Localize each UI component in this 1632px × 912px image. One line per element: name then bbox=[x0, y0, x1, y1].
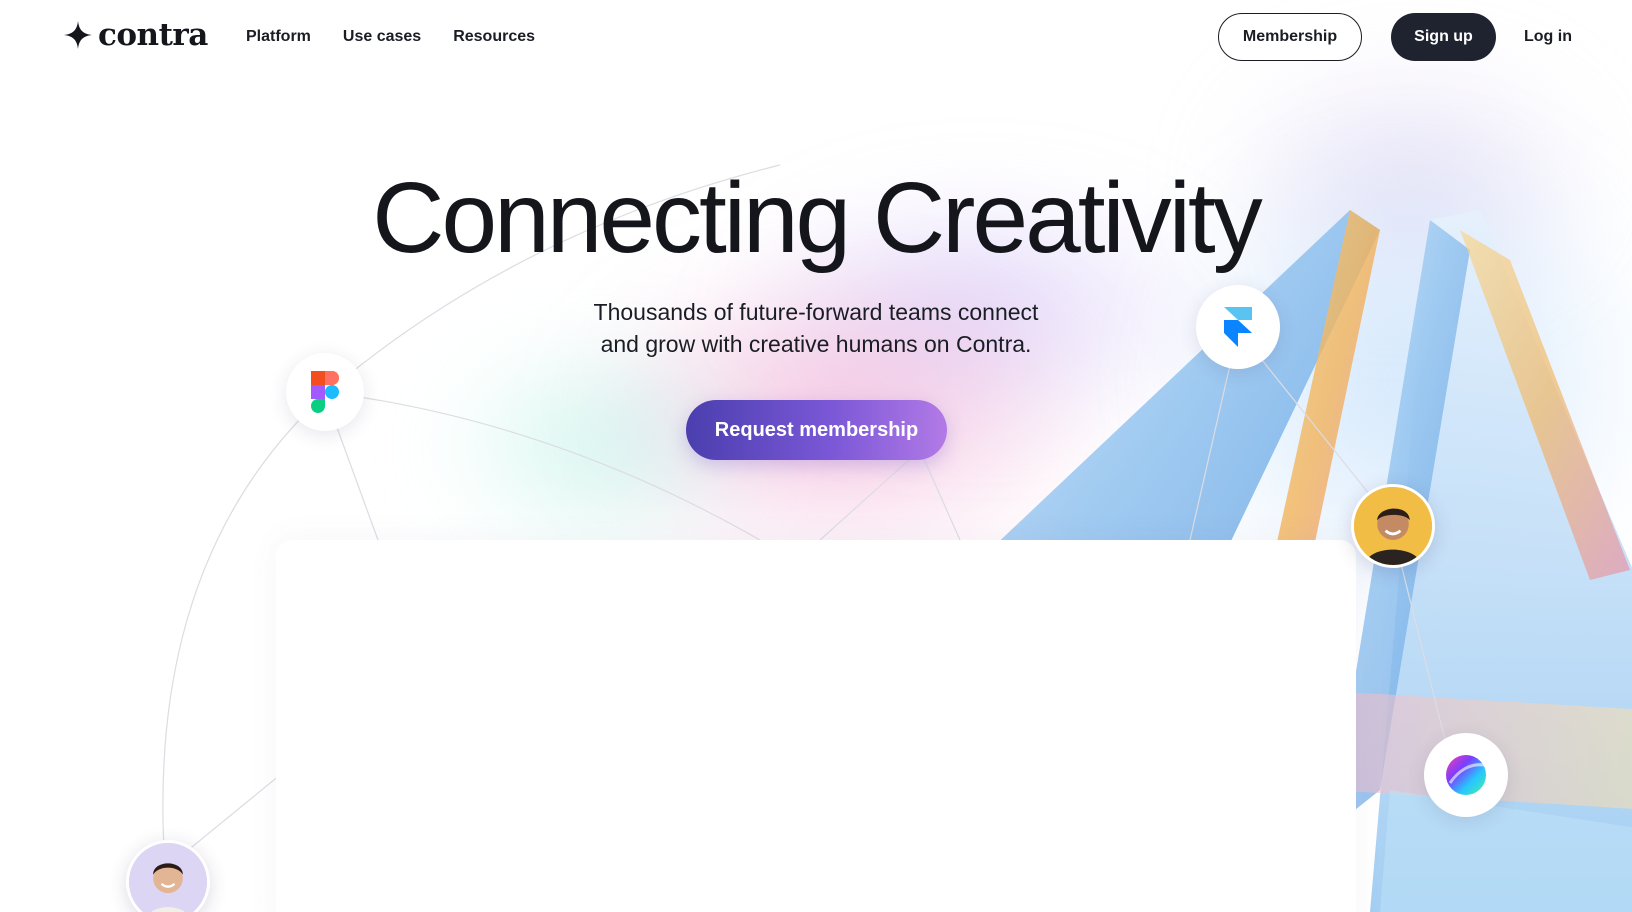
nav-use-cases[interactable]: Use cases bbox=[343, 26, 421, 48]
brand-logo[interactable]: contra bbox=[64, 18, 208, 52]
gradient-orb-node bbox=[1424, 733, 1508, 817]
primary-nav: Platform Use cases Resources bbox=[246, 26, 535, 48]
hero-subtitle: Thousands of future-forward teams connec… bbox=[0, 296, 1632, 360]
gradient-orb-icon bbox=[1446, 755, 1486, 795]
membership-button[interactable]: Membership bbox=[1218, 13, 1362, 61]
nav-platform[interactable]: Platform bbox=[246, 26, 311, 48]
landing-page: contra Platform Use cases Resources Memb… bbox=[0, 0, 1632, 912]
hero-subtitle-line: Thousands of future-forward teams connec… bbox=[593, 299, 1039, 325]
avatar-man bbox=[1351, 484, 1435, 568]
sign-up-button[interactable]: Sign up bbox=[1391, 13, 1496, 61]
site-header: contra Platform Use cases Resources Memb… bbox=[0, 0, 1632, 74]
person-photo bbox=[1354, 487, 1432, 565]
framer-node bbox=[1196, 285, 1280, 369]
person-photo bbox=[129, 843, 207, 912]
hero-title: Connecting Creativity bbox=[372, 162, 1262, 274]
request-membership-button[interactable]: Request membership bbox=[686, 400, 947, 460]
four-point-star-icon bbox=[64, 21, 92, 49]
figma-icon bbox=[311, 371, 339, 413]
brand-wordmark: contra bbox=[98, 17, 208, 53]
log-in-link[interactable]: Log in bbox=[1524, 26, 1572, 48]
nav-resources[interactable]: Resources bbox=[453, 26, 535, 48]
framer-icon bbox=[1224, 307, 1252, 347]
hero-subtitle-line: and grow with creative humans on Contra. bbox=[600, 331, 1032, 357]
product-preview-card bbox=[276, 540, 1356, 912]
avatar-woman bbox=[126, 840, 210, 912]
figma-node bbox=[286, 353, 364, 431]
